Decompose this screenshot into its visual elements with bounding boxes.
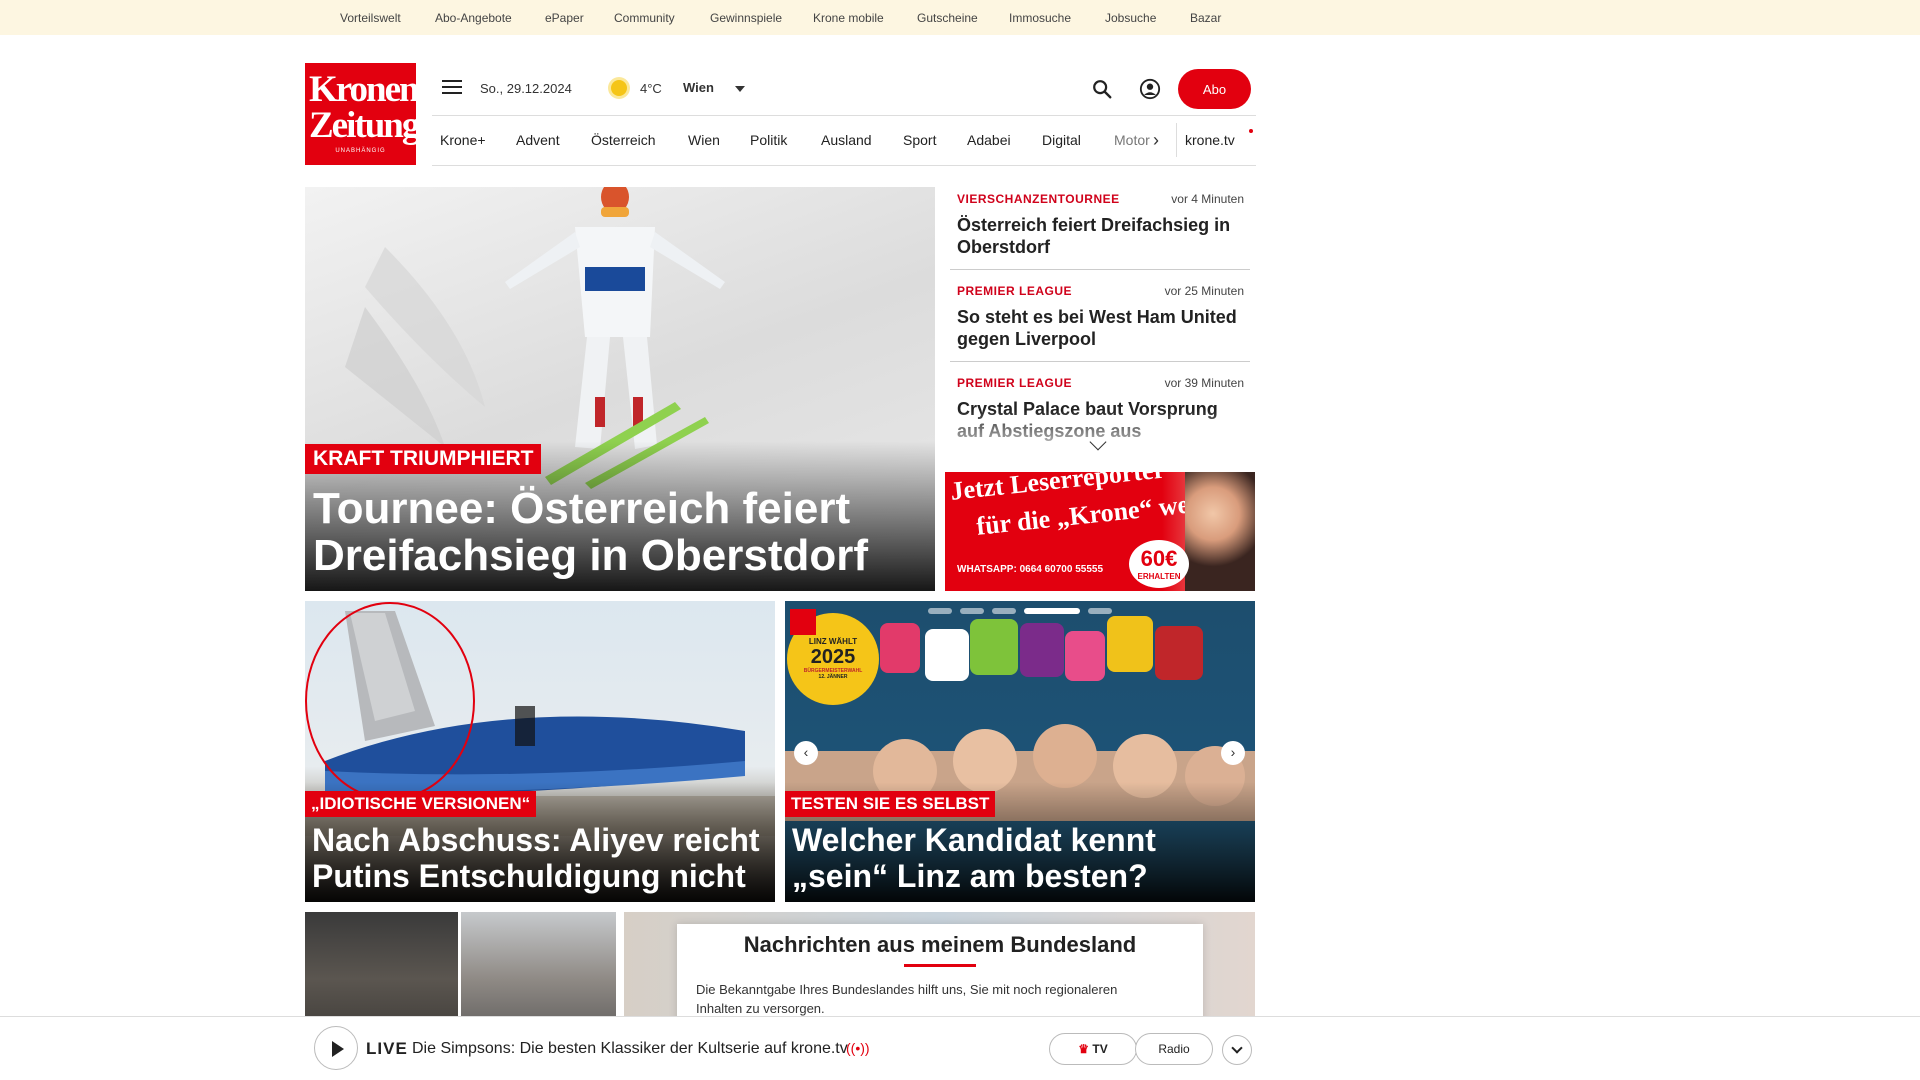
nav-divider-bottom [432,165,1256,166]
ad-amount: 60€ [1140,546,1178,571]
nav-item-adabei[interactable]: Adabei [967,132,1011,148]
news-list-fade [950,410,1252,458]
carousel-dot[interactable] [992,608,1016,614]
site-logo[interactable]: Kronen Zeitung UNABHÄNGIG [305,63,420,165]
chevron-down-icon[interactable] [735,86,745,92]
play-button[interactable] [314,1026,358,1070]
topbar-link-immosuche[interactable]: Immosuche [1009,11,1071,25]
nav-item-politik[interactable]: Politik [750,132,787,148]
player-title[interactable]: Die Simpsons: Die besten Klassiker der K… [412,1040,848,1058]
top-utility-bar: Vorteilswelt Abo-Angebote ePaper Communi… [0,0,1920,35]
nav-item-krone-tv[interactable]: krone.tv [1185,132,1235,148]
live-player-bar: LIVE Die Simpsons: Die besten Klassiker … [0,1016,1920,1080]
leserreporter-ad[interactable]: Jetzt Leserreporter für die „Krone“ werd… [945,472,1255,591]
topbar-link-gutscheine[interactable]: Gutscheine [917,11,978,25]
card-headline-line-2: Putins Entschuldigung nicht [312,858,746,894]
ad-portrait [1185,472,1255,591]
topbar-link-epaper[interactable]: ePaper [545,11,584,25]
nav-scroll-right-icon[interactable]: › [1153,130,1159,151]
news-category: VIERSCHANZENTOURNEE [957,192,1120,206]
tv-toggle-button[interactable]: ♛ TV [1049,1033,1137,1065]
article-card-linz-quiz[interactable]: LINZ WÄHLT 2025 BÜRGERMEISTERWAHL 12. JÄ… [785,601,1255,902]
tv-label: TV [1092,1042,1108,1056]
logo-line-2: Zeitung [309,105,420,146]
nav-item-digital[interactable]: Digital [1042,132,1081,148]
news-time: vor 39 Minuten [1164,376,1244,390]
topbar-link-vorteilswelt[interactable]: Vorteilswelt [340,11,401,25]
news-separator [950,361,1250,362]
region-title-underline [904,964,976,967]
play-icon [332,1041,344,1057]
list-item[interactable]: PREMIER LEAGUE vor 25 Minuten So steht e… [950,279,1252,371]
region-prompt-title: Nachrichten aus meinem Bundesland [743,932,1137,957]
chevron-down-icon [1231,1042,1243,1054]
card-headline-line-1: Nach Abschuss: Aliyev reicht [312,822,760,858]
card-headline-line-2: „sein“ Linz am besten? [792,858,1148,894]
carousel-prev-button[interactable]: ‹ [794,741,818,765]
topbar-link-krone-mobile[interactable]: Krone mobile [813,11,884,25]
logo-line-1: Kronen [309,69,420,110]
nav-item-sport[interactable]: Sport [903,132,936,148]
card-kicker: „IDIOTISCHE VERSIONEN“ [305,791,537,817]
carousel-indicators [785,608,1255,614]
nav-item-wien[interactable]: Wien [688,132,720,148]
topbar-link-gewinnspiele[interactable]: Gewinnspiele [710,11,782,25]
article-card-aliyev[interactable]: „IDIOTISCHE VERSIONEN“ Nach Abschuss: Al… [305,601,775,902]
news-category: PREMIER LEAGUE [957,284,1073,298]
city-select[interactable]: Wien [683,80,714,95]
region-prompt-description: Die Bekanntgabe Ihres Bundeslandes hilft… [696,982,1118,1016]
hero-headline-line-1: Tournee: Österreich feiert [313,484,851,533]
news-title: So steht es bei West Ham United gegen Li… [957,307,1237,349]
logo-tagline: UNABHÄNGIG [335,148,386,154]
topbar-link-community[interactable]: Community [614,11,675,25]
nav-item-ausland[interactable]: Ausland [821,132,872,148]
player-expand-button[interactable] [1222,1035,1252,1065]
user-account-icon[interactable] [1139,78,1161,100]
nav-item-krone-plus[interactable]: Krone+ [440,132,486,148]
nav-item-motor[interactable]: Motor [1114,132,1150,148]
hero-kicker: KRAFT TRIUMPHIERT [305,444,542,474]
carousel-dot[interactable] [960,608,984,614]
temperature: 4°C [640,81,662,96]
broadcast-icon: ((•)) [846,1040,870,1056]
current-date: So., 29.12.2024 [480,81,572,96]
news-category: PREMIER LEAGUE [957,376,1073,390]
linz-badge-text: LINZ WÄHLT 2025 BÜRGERMEISTERWAHL 12. JÄ… [794,637,872,680]
topbar-link-jobsuche[interactable]: Jobsuche [1105,11,1156,25]
nav-item-advent[interactable]: Advent [516,132,560,148]
news-separator [950,269,1250,270]
ad-amount-badge: 60€ ERHALTEN [1129,540,1189,588]
card-kicker: TESTEN SIE ES SELBST [785,791,996,817]
news-title: Österreich feiert Dreifachsieg in Oberst… [957,215,1231,257]
linz-badge-year: 2025 [810,646,856,668]
search-icon[interactable] [1091,78,1113,100]
live-indicator-dot [1249,129,1253,133]
radio-toggle-button[interactable]: Radio [1135,1033,1213,1065]
carousel-dot[interactable] [928,608,952,614]
linz-badge-date: 12. JÄNNER [818,674,848,680]
linz-badge-line-1: LINZ WÄHLT [808,637,858,646]
list-item[interactable]: VIERSCHANZENTOURNEE vor 4 Minuten Österr… [950,187,1252,279]
abo-button[interactable]: Abo [1178,69,1251,109]
nav-item-oesterreich[interactable]: Österreich [591,132,656,148]
news-time: vor 4 Minuten [1171,192,1244,206]
sun-icon [611,80,627,96]
topbar-link-bazar[interactable]: Bazar [1190,11,1221,25]
crown-icon: ♛ [1078,1042,1090,1056]
carousel-next-button[interactable]: › [1221,741,1245,765]
hero-headline-line-2: Dreifachsieg in Oberstdorf [313,531,869,580]
hamburger-menu-icon[interactable] [442,80,462,96]
card-headline-line-1: Welcher Kandidat kennt [792,822,1156,858]
news-time: vor 25 Minuten [1164,284,1244,298]
carousel-dot[interactable] [1088,608,1112,614]
carousel-dot-active[interactable] [1024,608,1080,614]
nav-separator [1176,123,1177,157]
topbar-link-abo-angebote[interactable]: Abo-Angebote [435,11,512,25]
hero-article[interactable]: KRAFT TRIUMPHIERT Tournee: Österreich fe… [305,187,935,591]
ad-whatsapp: WHATSAPP: 0664 60700 55555 [957,564,1104,575]
ad-amount-note: ERHALTEN [1137,572,1181,581]
nav-divider-top [432,115,1256,116]
live-label: LIVE [366,1039,408,1058]
